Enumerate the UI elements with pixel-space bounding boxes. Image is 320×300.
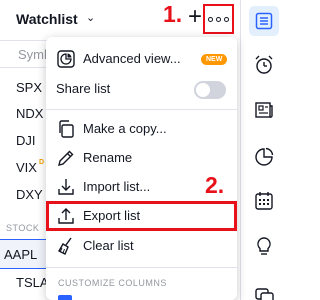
watchlist-icon[interactable] bbox=[249, 6, 279, 36]
dot-icon bbox=[224, 16, 229, 22]
watchlist-header: Watchlist ⌄ + bbox=[0, 0, 248, 40]
dot-icon bbox=[216, 16, 221, 22]
more-options-button[interactable] bbox=[203, 4, 234, 34]
menu-item-export-list[interactable]: Export list bbox=[46, 201, 237, 231]
pencil-icon bbox=[56, 148, 76, 168]
menu-label: Export list bbox=[83, 208, 141, 223]
menu-label: Advanced view... bbox=[83, 51, 181, 66]
pie-chart-icon[interactable] bbox=[249, 142, 279, 172]
right-toolbar bbox=[240, 0, 287, 300]
symbol-spx[interactable]: SPX bbox=[16, 80, 42, 95]
symbol-aapl: AAPL bbox=[4, 247, 38, 262]
column-checkbox[interactable] bbox=[58, 295, 72, 300]
menu-label: Make a copy... bbox=[83, 121, 167, 136]
step-marker-2: 2. bbox=[205, 172, 225, 198]
menu-label: Rename bbox=[83, 150, 133, 165]
menu-label: Import list... bbox=[83, 179, 151, 194]
new-badge: NEW bbox=[201, 54, 228, 65]
menu-item-make-copy[interactable]: Make a copy... bbox=[46, 114, 237, 144]
symbol-vix[interactable]: VIX bbox=[16, 160, 37, 175]
menu-label: Share list bbox=[56, 81, 111, 96]
lightbulb-icon[interactable] bbox=[249, 231, 279, 261]
share-list-toggle[interactable] bbox=[194, 81, 226, 99]
chevron-down-icon[interactable]: ⌄ bbox=[86, 11, 95, 24]
import-icon bbox=[56, 177, 76, 197]
news-icon[interactable] bbox=[249, 95, 279, 125]
step-marker-1: 1. bbox=[163, 1, 183, 27]
copy-icon bbox=[56, 119, 76, 139]
customize-columns-heading: CUSTOMIZE COLUMNS bbox=[58, 278, 167, 288]
toggle-knob bbox=[196, 83, 210, 97]
symbol-dxy[interactable]: DXY bbox=[16, 187, 43, 202]
menu-divider bbox=[46, 109, 237, 110]
watchlist-options-menu: Advanced view... NEW Share list Make a c… bbox=[46, 37, 237, 300]
symbol-ndx[interactable]: NDX bbox=[16, 106, 43, 121]
dot-icon bbox=[208, 16, 213, 22]
chat-icon[interactable] bbox=[249, 280, 279, 300]
symbol-tsla[interactable]: TSLA bbox=[16, 275, 49, 290]
menu-label: Clear list bbox=[83, 238, 134, 253]
menu-item-clear-list[interactable]: Clear list bbox=[46, 231, 237, 261]
watchlist-title[interactable]: Watchlist bbox=[16, 11, 78, 27]
menu-divider bbox=[46, 267, 237, 268]
broom-icon bbox=[56, 236, 76, 256]
export-icon bbox=[56, 206, 76, 226]
menu-item-rename[interactable]: Rename bbox=[46, 143, 237, 173]
vix-badge: D bbox=[39, 159, 45, 166]
section-label-stocks: STOCK bbox=[6, 223, 40, 233]
symbol-dji[interactable]: DJI bbox=[16, 133, 36, 148]
add-symbol-button[interactable]: + bbox=[185, 5, 205, 30]
menu-item-advanced-view[interactable]: Advanced view... NEW bbox=[46, 44, 237, 74]
alarm-clock-icon[interactable] bbox=[249, 50, 279, 80]
calendar-icon[interactable] bbox=[249, 186, 279, 216]
advanced-view-icon bbox=[56, 49, 76, 69]
